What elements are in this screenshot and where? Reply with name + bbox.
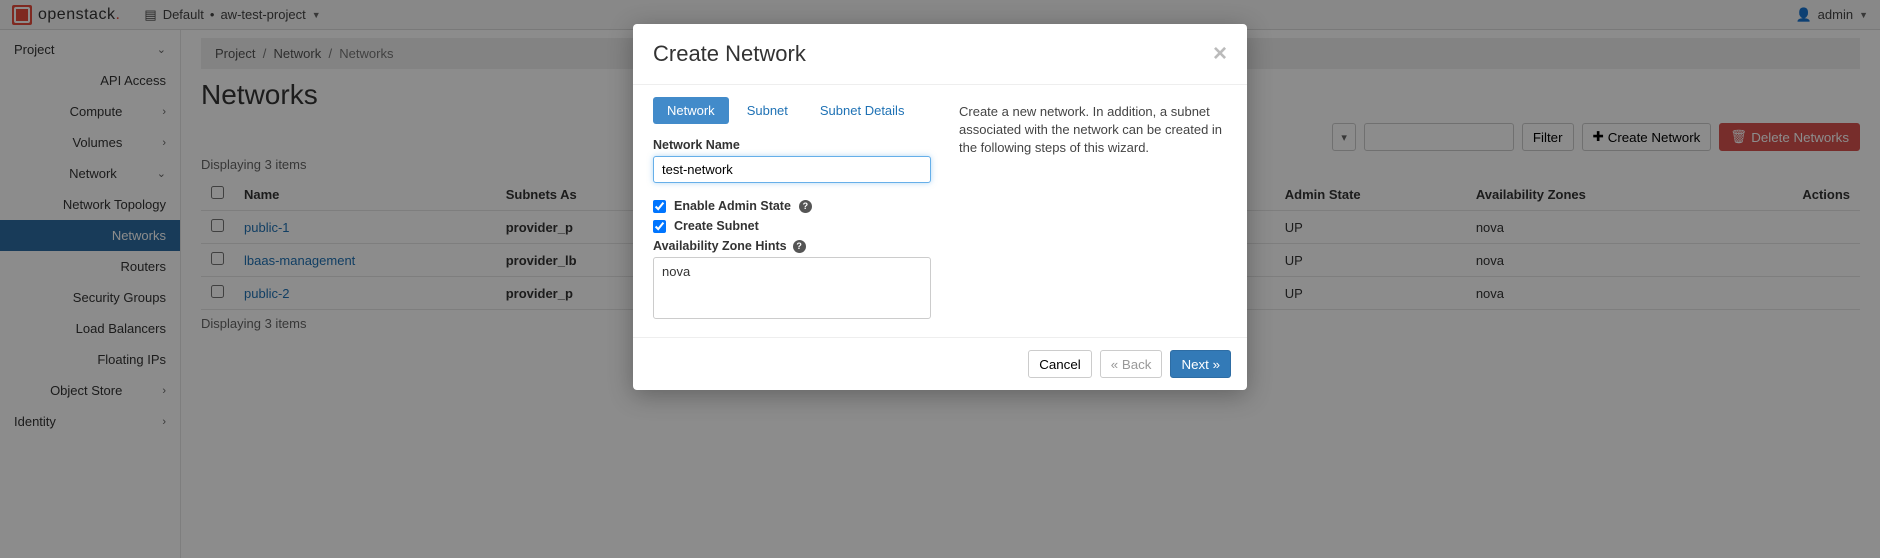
create-subnet-label: Create Subnet <box>674 219 759 233</box>
next-button[interactable]: Next » <box>1170 350 1231 378</box>
tab-subnet[interactable]: Subnet <box>733 97 802 124</box>
back-button[interactable]: « Back <box>1100 350 1163 378</box>
dialog-help-text: Create a new network. In addition, a sub… <box>959 97 1227 319</box>
network-name-input[interactable] <box>653 156 931 183</box>
az-hints-label: Availability Zone Hints <box>653 239 787 253</box>
wizard-tabs: Network Subnet Subnet Details <box>653 97 931 124</box>
network-name-label: Network Name <box>653 138 931 152</box>
close-icon[interactable]: × <box>1213 40 1227 68</box>
help-icon[interactable]: ? <box>799 200 812 213</box>
create-network-dialog: Create Network × Network Subnet Subnet D… <box>633 24 1247 390</box>
az-option-nova[interactable]: nova <box>654 262 930 281</box>
dialog-title: Create Network <box>653 41 806 67</box>
enable-admin-state-checkbox[interactable] <box>653 200 666 213</box>
tab-subnet-details[interactable]: Subnet Details <box>806 97 919 124</box>
enable-admin-state-label: Enable Admin State <box>674 199 791 213</box>
create-subnet-checkbox[interactable] <box>653 220 666 233</box>
cancel-button[interactable]: Cancel <box>1028 350 1092 378</box>
az-hints-select[interactable]: nova <box>653 257 931 319</box>
help-icon[interactable]: ? <box>793 240 806 253</box>
tab-network[interactable]: Network <box>653 97 729 124</box>
